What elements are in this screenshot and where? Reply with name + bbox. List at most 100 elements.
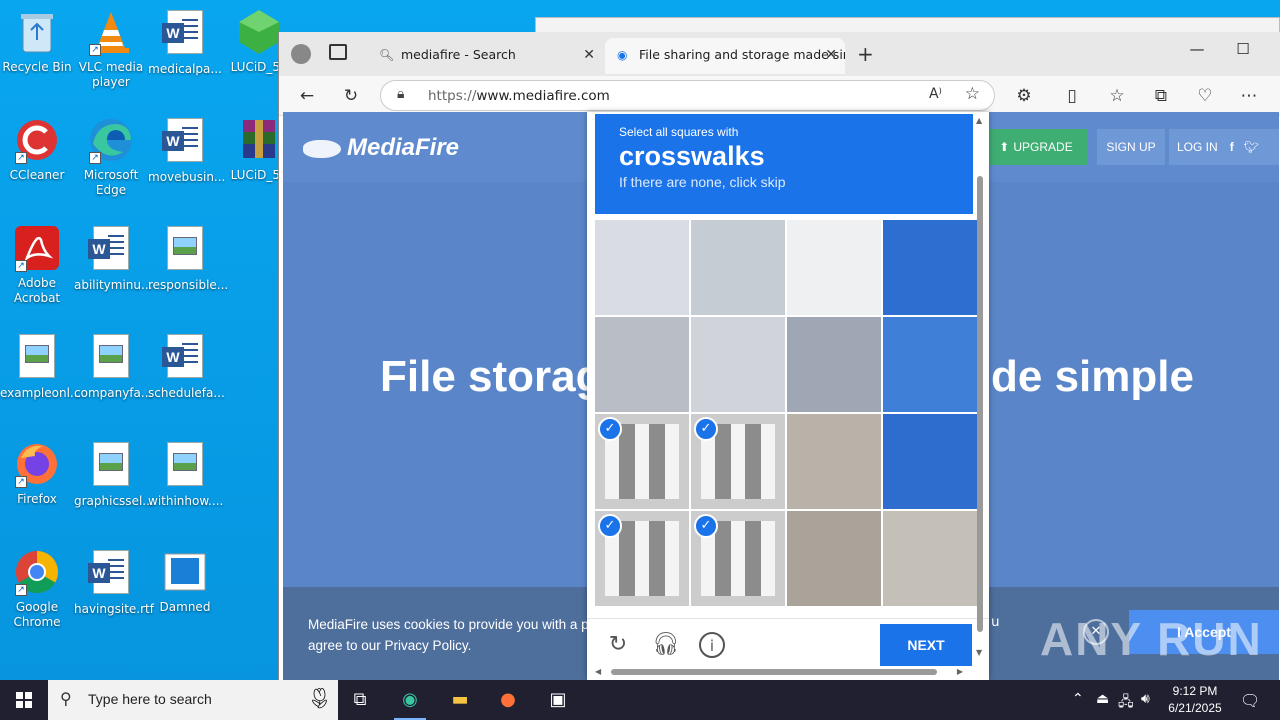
collections-icon[interactable]: ⧉ (1149, 84, 1173, 108)
scroll-left-icon[interactable]: ◀ (595, 667, 601, 676)
volume-icon[interactable]: 🔊︎ (1141, 691, 1150, 707)
desktop-icon-withinhow[interactable]: withinhow.... (148, 440, 223, 509)
upgrade-button[interactable]: ⬆ UPGRADE (985, 129, 1087, 165)
desktop-icon-damned[interactable]: Damned (148, 548, 222, 615)
captcha-tile[interactable] (787, 414, 881, 509)
app-window-taskbar-icon[interactable]: ▣ (534, 680, 582, 720)
tab-actions-icon[interactable] (329, 44, 347, 60)
captcha-tile-image (595, 220, 689, 315)
captcha-tile[interactable]: ✓ (691, 511, 785, 606)
horizontal-scrollbar[interactable]: ◀ ▶ (595, 667, 967, 677)
minimize-icon[interactable]: — (1174, 40, 1220, 58)
desktop-icon-label: Microsoft Edge (83, 168, 139, 197)
edge-taskbar-icon[interactable]: ◉ (386, 680, 434, 720)
next-button[interactable]: NEXT (880, 624, 972, 666)
profile-avatar-icon[interactable] (291, 44, 311, 64)
tab-mediafire-search[interactable]: 🔍︎ mediafire - Search ✕ (367, 38, 603, 74)
desktop-icon-vlc[interactable]: ↗ VLC media player (74, 8, 148, 90)
scroll-down-icon[interactable]: ▼ (976, 648, 982, 657)
captcha-tile[interactable] (883, 511, 977, 606)
captcha-tile[interactable]: ✓ (595, 414, 689, 509)
audio-challenge-icon[interactable]: 🎧︎ (652, 631, 680, 659)
file-explorer-icon[interactable]: ▬ (436, 680, 484, 720)
captcha-tile[interactable] (595, 317, 689, 412)
task-view-icon[interactable]: ⧉ (336, 680, 384, 720)
desktop-icon-medicalpa[interactable]: W medicalpa... (148, 8, 222, 77)
captcha-tile[interactable] (787, 511, 881, 606)
captcha-tile-image (691, 220, 785, 315)
login-button[interactable]: LOG IN f 🐦︎ (1169, 129, 1279, 165)
desktop-icon-microsoft-edge[interactable]: ↗ Microsoft Edge (74, 116, 148, 198)
acrobat-icon: ↗ (13, 224, 61, 272)
windows-logo-icon (16, 692, 32, 708)
start-button[interactable] (0, 680, 48, 720)
close-tab-icon[interactable]: ✕ (825, 38, 837, 72)
desktop-icon-abilityminu[interactable]: W abilityminu... (74, 224, 152, 293)
scroll-right-icon[interactable]: ▶ (957, 667, 963, 676)
signup-button[interactable]: SIGN UP (1097, 129, 1165, 165)
info-icon[interactable]: i (699, 632, 725, 658)
desktop-icon-exampleonl[interactable]: exampleonl... (0, 332, 81, 401)
desktop-icon-companyfa[interactable]: companyfa... (74, 332, 152, 401)
captcha-header: Select all squares with crosswalks If th… (595, 114, 973, 214)
desktop-icon-google-chrome[interactable]: ↗ Google Chrome (0, 548, 74, 630)
captcha-tile[interactable] (883, 414, 977, 509)
facebook-icon[interactable]: f (1230, 140, 1234, 154)
captcha-tile[interactable] (691, 317, 785, 412)
desktop-icon-schedulefa[interactable]: W schedulefa... (148, 332, 225, 401)
vlc-icon: ↗ (87, 8, 135, 56)
refresh-icon[interactable]: ↻ (339, 84, 363, 108)
desktop-icon-recycle-bin[interactable]: Recycle Bin (0, 8, 74, 75)
network-icon[interactable]: 🖧︎ (1118, 691, 1134, 715)
browser-essentials-icon[interactable]: ♡ (1193, 84, 1217, 108)
desktop-icon-responsible[interactable]: responsible... (148, 224, 228, 293)
favorites-icon[interactable]: ☆ (1105, 84, 1129, 108)
extensions-icon[interactable]: ⚙ (1012, 84, 1036, 108)
new-tab-icon[interactable]: + (857, 42, 874, 66)
back-arrow-icon[interactable]: ← (295, 84, 319, 108)
shortcut-arrow-icon: ↗ (89, 44, 101, 56)
desktop-icon-havingsite[interactable]: W havingsite.rtf (74, 548, 154, 617)
address-bar[interactable]: 🔒︎ https://www.mediafire.com A⁾ ☆ (380, 80, 995, 111)
more-options-icon[interactable]: ⋯ (1237, 84, 1261, 108)
twitter-icon[interactable]: 🐦︎ (1244, 140, 1259, 154)
scrollbar-thumb[interactable] (977, 176, 983, 632)
usb-icon[interactable]: ⏏ (1096, 691, 1109, 707)
captcha-tile[interactable] (595, 220, 689, 315)
captcha-tile[interactable]: ✓ (595, 511, 689, 606)
scroll-up-icon[interactable]: ▲ (976, 116, 982, 125)
show-hidden-icons-icon[interactable]: ⌃ (1072, 691, 1084, 707)
tab-mediafire[interactable]: ◉ File sharing and storage made sim ✕ (605, 38, 845, 74)
clock-date: 6/21/2025 (1168, 701, 1222, 715)
blank-file-icon (161, 548, 209, 596)
captcha-tile[interactable] (787, 220, 881, 315)
favorite-star-icon[interactable]: ☆ (965, 84, 980, 104)
firefox-taskbar-icon[interactable]: ● (484, 680, 532, 720)
mediafire-logo[interactable]: MediaFire (303, 134, 459, 162)
captcha-footer: ↻ 🎧︎ i NEXT (587, 618, 989, 668)
notifications-icon[interactable]: 🗨︎ (1240, 691, 1260, 710)
read-aloud-icon[interactable]: A⁾ (929, 86, 942, 102)
captcha-tile[interactable] (691, 220, 785, 315)
cookie-text: MediaFire uses cookies to provide you wi… (308, 617, 589, 653)
taskbar: ⚲ Type here to search 🌷︎ ⧉ ◉ ▬ ● ▣ ⌃ ⏏ 🖧… (0, 680, 1280, 720)
captcha-tile-image (883, 317, 977, 412)
captcha-tile[interactable] (787, 317, 881, 412)
taskbar-search-box[interactable]: ⚲ Type here to search 🌷︎ (48, 680, 338, 720)
maximize-icon[interactable]: ☐ (1220, 40, 1266, 58)
close-tab-icon[interactable]: ✕ (583, 38, 595, 72)
desktop-icon-graphicssel[interactable]: graphicssel... (74, 440, 154, 509)
system-clock[interactable]: 9:12 PM 6/21/2025 (1160, 683, 1230, 717)
desktop-icon-ccleaner[interactable]: ↗ CCleaner (0, 116, 74, 183)
word-document-icon: W (88, 550, 129, 594)
captcha-tile[interactable] (883, 220, 977, 315)
desktop-icon-movebusin[interactable]: W movebusin... (148, 116, 225, 185)
vertical-scrollbar[interactable]: ▲ ▼ (976, 116, 984, 657)
desktop-icon-adobe-acrobat[interactable]: ↗ Adobe Acrobat (0, 224, 74, 306)
desktop-icon-firefox[interactable]: ↗ Firefox (0, 440, 74, 507)
captcha-tile[interactable]: ✓ (691, 414, 785, 509)
scrollbar-thumb[interactable] (611, 669, 937, 675)
captcha-tile[interactable] (883, 317, 977, 412)
refresh-challenge-icon[interactable]: ↻ (604, 631, 632, 659)
split-screen-icon[interactable]: ▯ (1060, 84, 1084, 108)
